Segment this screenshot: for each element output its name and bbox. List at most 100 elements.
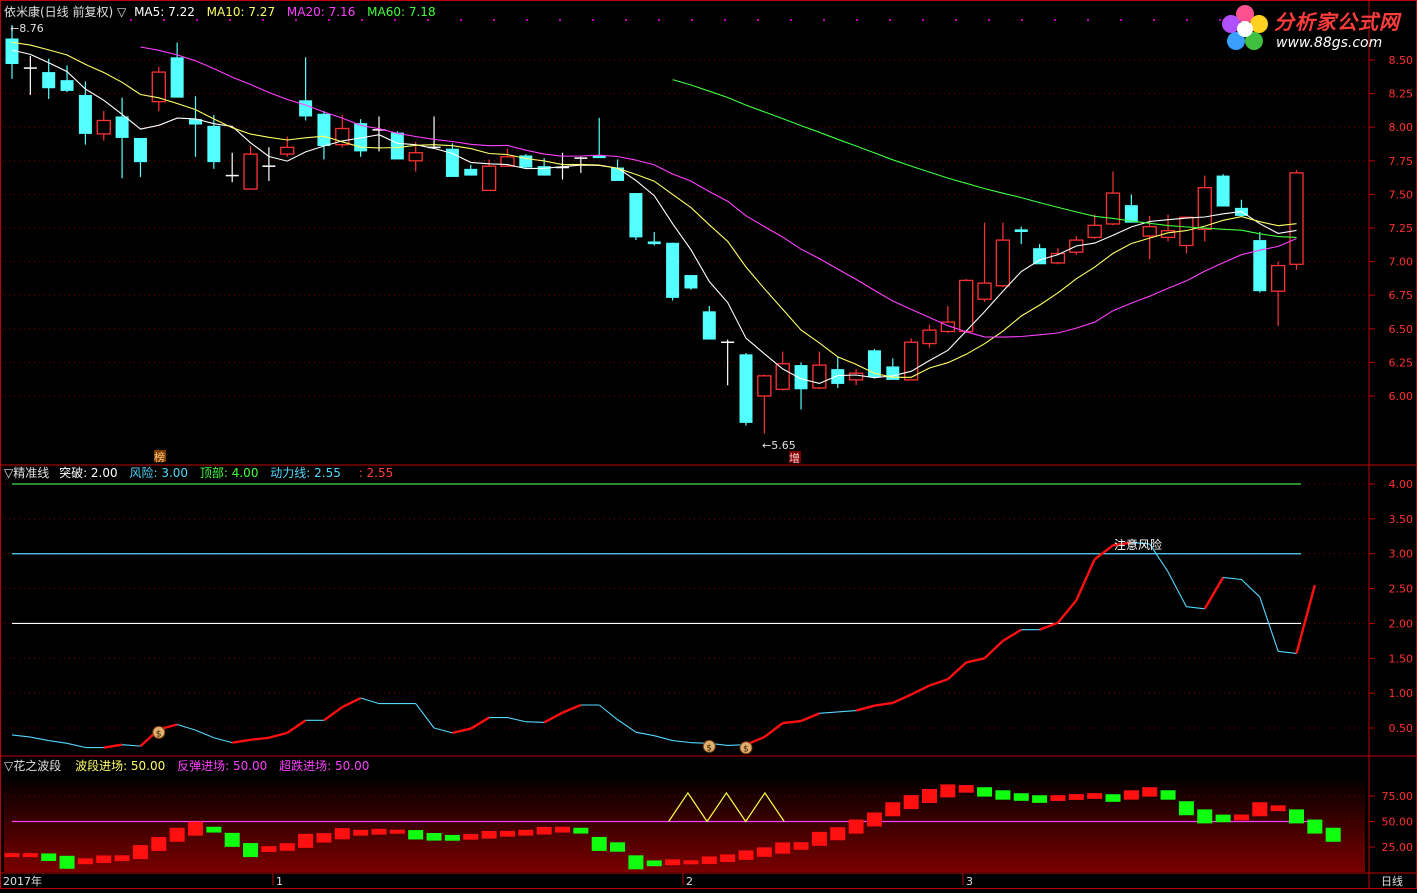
candle-body-56 [1033, 248, 1047, 265]
top-marker-31 [1153, 19, 1155, 21]
candle-body-16 [299, 100, 313, 117]
candle-28 [519, 154, 533, 169]
jingzhun-segment-12 [213, 737, 233, 744]
jingzhun-segment-30 [543, 711, 564, 724]
candle-43 [794, 362, 808, 410]
candle-body-21 [390, 132, 404, 160]
jingzhun-segment-11 [195, 729, 215, 739]
x-label-2: 2 [686, 875, 693, 888]
huazhi-bar-44 [811, 831, 827, 846]
top-marker-6 [328, 19, 330, 21]
huazhi-bar-17 [316, 833, 332, 843]
stock-chart-window[interactable]: $ $ $ 8.50 8.25 8.00 7.75 7.50 7.25 7.00 6.75 6.50… [0, 0, 1417, 889]
top-marker-7 [361, 19, 363, 21]
price-tick-label-10: 6.00 [1389, 390, 1414, 403]
candle-body-49 [904, 341, 919, 381]
logo-url: www.88gs.com [1276, 35, 1383, 51]
risk-annotation: 注意风险 [1114, 537, 1162, 552]
huazhi-bar-14 [261, 846, 277, 852]
candle-53 [977, 222, 992, 302]
top-marker-19 [757, 19, 759, 21]
top-marker-28 [1054, 19, 1056, 21]
candle-37 [684, 275, 698, 290]
jingzhun-segment-15 [268, 731, 288, 739]
candle-body-26 [481, 165, 497, 192]
huazhi-bar-59 [1087, 793, 1103, 799]
x-label-3: 3 [966, 875, 973, 888]
jingzhun-segment-65 [1186, 606, 1205, 610]
huazhi-bar-16 [298, 833, 314, 848]
jingzhun-segment-54 [983, 639, 1004, 660]
jingzhun-segment-16 [286, 719, 307, 734]
price-tick-label-2: 8.00 [1389, 121, 1414, 134]
candle-body-9 [170, 57, 184, 98]
jingzhun-segment-60 [1093, 544, 1114, 561]
candle-body-65 [1197, 187, 1212, 230]
candle-32 [592, 117, 606, 159]
zeng-badge: 增 [789, 451, 800, 465]
candle-body-70 [1289, 172, 1304, 265]
chart-canvas[interactable]: $$ $ 8.508.258.007.757.507.257.006.756.50… [0, 0, 1417, 889]
top-marker-10 [460, 19, 462, 21]
site-logo[interactable]: 分析家公式网 www.88gs.com [1218, 2, 1414, 56]
jingzhun-segment-46 [837, 710, 857, 713]
huazhi-bar-27 [499, 830, 515, 837]
candle-body-62 [1142, 226, 1157, 237]
candle-16 [299, 57, 313, 121]
top-marker-24 [922, 19, 924, 21]
candle-35 [647, 232, 661, 246]
top-marker-15 [625, 19, 627, 21]
huazhi-bar-70 [1289, 809, 1304, 824]
candle-body-45 [831, 369, 845, 384]
huazhi-bar-35 [646, 860, 662, 867]
candle-46 [848, 369, 864, 386]
jingzhun-tick-label-1: 3.50 [1389, 513, 1414, 526]
huazhi-bar-19 [353, 829, 369, 836]
huazhi-bar-53 [977, 787, 993, 797]
candle-body-36 [666, 242, 680, 298]
huazhi-bar-37 [683, 860, 699, 865]
huazhi-tick-label-2: 25.00 [1382, 841, 1414, 854]
ma10-line [11, 41, 1297, 378]
candle-body-41 [757, 375, 772, 397]
x-label-0: 2017年 [3, 874, 42, 888]
candle-body-44 [812, 364, 827, 389]
candle-body-50 [922, 329, 937, 345]
jingzhun-panel[interactable]: $ $ $ [11, 483, 1317, 755]
candle-body-5 [96, 119, 111, 135]
huazhi-bar-56 [1032, 795, 1048, 803]
huazhi-bar-71 [1307, 819, 1323, 834]
huazhi-tick-label-0: 75.00 [1382, 790, 1414, 803]
huazhi-bar-34 [628, 855, 644, 870]
huazhi-bar-63 [1160, 790, 1176, 800]
candle-body-13 [243, 153, 258, 190]
jingzhun-segment-24 [433, 727, 453, 734]
huazhi-bar-67 [1233, 814, 1249, 821]
low-price-label: ←5.65 [762, 439, 796, 452]
huazhi-bar-4 [77, 858, 93, 865]
candle-body-34 [629, 193, 643, 238]
candle-body-46 [848, 372, 864, 381]
huazhi-bar-11 [206, 826, 222, 833]
chaodie-legend: 超跌进场: 50.00 [279, 758, 369, 773]
candle-45 [831, 357, 845, 388]
huazhi-bar-66 [1215, 814, 1231, 823]
candle-34 [629, 193, 643, 241]
huazhi-bar-49 [903, 795, 919, 810]
top-marker-3 [229, 19, 231, 21]
boduan-legend: 波段进场: 50.00 [75, 758, 165, 773]
huazhi-bar-28 [518, 829, 534, 836]
top-marker-1 [163, 19, 165, 21]
huazhi-bar-68 [1252, 802, 1268, 817]
candle-70 [1289, 170, 1304, 270]
candle-20 [372, 116, 386, 152]
ma5-line [11, 49, 1297, 384]
candle-4 [78, 81, 92, 145]
candle-23 [427, 116, 441, 149]
tupo-legend: 突破: 2.00 [59, 465, 118, 480]
candle-64 [1179, 216, 1194, 254]
price-panel[interactable] [5, 25, 1304, 434]
jingzhun-segment-1 [11, 734, 31, 738]
jingzhun-segment-25 [452, 727, 472, 735]
jingzhun-segment-47 [855, 704, 875, 712]
